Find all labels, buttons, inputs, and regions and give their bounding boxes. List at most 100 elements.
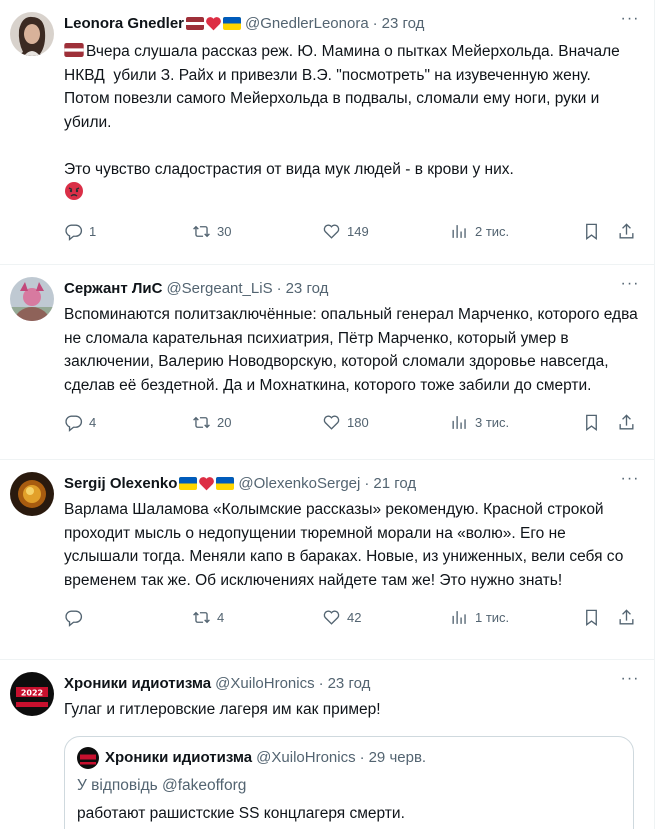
share-icon: [619, 608, 634, 625]
timestamp[interactable]: 23 год: [382, 15, 425, 32]
more-options-icon[interactable]: ···: [620, 471, 640, 492]
reply-button[interactable]: 1: [64, 211, 96, 253]
tweet-header: Хроники идиотизма @XuiloHronics · 23 год: [64, 672, 638, 694]
avatar[interactable]: [10, 277, 54, 321]
retweet-button[interactable]: 30: [192, 211, 231, 253]
handle[interactable]: @XuiloHronics: [215, 675, 314, 692]
timestamp[interactable]: 21 год: [373, 475, 416, 492]
avatar[interactable]: 2022: [10, 672, 54, 716]
heart-icon: [323, 610, 340, 625]
like-count: 149: [347, 224, 369, 239]
quoted-display-name: Хроники идиотизма: [105, 749, 253, 766]
separator-dot: ·: [276, 279, 282, 297]
tweet-text: Варлама Шаламова «Колымские рассказы» ре…: [64, 501, 628, 589]
avatar-image: 2022: [10, 672, 54, 716]
display-name[interactable]: Leonora Gnedler: [64, 15, 184, 32]
retweet-icon: [193, 416, 210, 428]
more-options-icon[interactable]: ···: [620, 11, 640, 32]
quoted-tweet-header: Хроники идиотизма @XuiloHronics · 29 чер…: [77, 746, 621, 769]
views-button[interactable]: 2 тис.: [450, 211, 509, 253]
separator-dot: ·: [372, 14, 378, 32]
retweet-icon: [193, 225, 210, 238]
heart-icon: [323, 415, 340, 430]
avatar-year: 2022: [21, 689, 43, 698]
retweet-button[interactable]: 20: [192, 401, 231, 443]
tweet-actions: 4 20 180 3 тис.: [64, 401, 638, 443]
avatar-image: [77, 746, 99, 769]
like-button[interactable]: 149: [322, 211, 369, 253]
retweet-button[interactable]: 4: [192, 596, 224, 638]
tweet[interactable]: Leonora Gnedler @GnedlerLeonora · 23 год…: [0, 0, 654, 265]
quoted-handle: @XuiloHronics: [256, 749, 356, 766]
timestamp[interactable]: 23 год: [286, 280, 329, 297]
ukraine-flag-icon: [223, 16, 242, 30]
like-button[interactable]: 42: [322, 596, 361, 638]
tweet-actions: 1 30 149 2 тис.: [64, 211, 638, 253]
red-heart-icon: [199, 476, 215, 490]
bookmark-icon: [586, 609, 597, 626]
bookmark-button[interactable]: [582, 596, 601, 638]
handle[interactable]: @Sergeant_LiS: [166, 280, 272, 297]
share-icon: [619, 413, 634, 430]
quoted-avatar: [77, 746, 99, 769]
retweet-count: 20: [217, 414, 232, 430]
tweet-text-content: Вчера слушала рассказ реж. Ю. Мамина о п…: [64, 43, 620, 178]
replying-to-handle[interactable]: @fakeofforg: [162, 777, 246, 794]
tweet-header: Leonora Gnedler @GnedlerLeonora · 23 год: [64, 12, 638, 34]
reply-icon: [65, 609, 83, 627]
tweet[interactable]: 2022 Хроники идиотизма @XuiloHronics · 2…: [0, 660, 654, 829]
bookmark-button[interactable]: [582, 401, 601, 443]
quoted-tweet[interactable]: Хроники идиотизма @XuiloHronics · 29 чер…: [64, 735, 634, 829]
separator-dot: ·: [364, 474, 370, 492]
handle[interactable]: @GnedlerLeonora: [245, 15, 369, 32]
display-name[interactable]: Хроники идиотизма: [64, 675, 211, 692]
ukraine-flag-icon: [179, 476, 198, 490]
views-button[interactable]: 1 тис.: [450, 596, 509, 638]
share-button[interactable]: [617, 596, 636, 638]
heart-icon: [323, 224, 340, 239]
retweet-icon: [193, 611, 210, 623]
views-button[interactable]: 3 тис.: [450, 401, 509, 443]
latvia-flag-icon: [64, 43, 84, 57]
avatar[interactable]: [10, 472, 54, 516]
angry-face-icon: [65, 182, 83, 200]
share-button[interactable]: [617, 401, 636, 443]
tweet-header: Sergij Olexenko @OlexenkoSergej · 21 год: [64, 472, 638, 494]
share-icon: [619, 223, 634, 239]
tweet[interactable]: Sergij Olexenko @OlexenkoSergej · 21 год…: [0, 460, 654, 660]
reply-count: 1: [89, 224, 97, 239]
share-button[interactable]: [617, 211, 636, 253]
reply-icon: [65, 224, 83, 241]
view-count: 2 тис.: [475, 224, 510, 239]
reply-button[interactable]: [64, 596, 89, 638]
bookmark-icon: [586, 414, 597, 431]
timestamp[interactable]: 23 год: [328, 675, 371, 692]
bookmark-button[interactable]: [582, 211, 601, 253]
replying-to: У відповідь @fakeofforg: [77, 777, 621, 795]
reply-button[interactable]: 4: [64, 401, 96, 443]
reply-icon: [65, 414, 83, 432]
tweet[interactable]: Сержант ЛиС @Sergeant_LiS · 23 год ··· В…: [0, 265, 654, 460]
views-chart-icon: [452, 415, 466, 429]
view-count: 1 тис.: [475, 609, 510, 625]
tweet-text: Вспоминаются политзаключённые: опальный …: [64, 306, 643, 394]
like-button[interactable]: 180: [322, 401, 369, 443]
handle[interactable]: @OlexenkoSergej: [238, 475, 360, 492]
separator-dot: ·: [318, 674, 324, 692]
avatar[interactable]: [10, 12, 54, 56]
tweet-actions: 4 42 1 тис.: [64, 596, 638, 638]
more-options-icon[interactable]: ···: [620, 671, 640, 692]
display-name[interactable]: Сержант ЛиС: [64, 280, 162, 297]
retweet-count: 4: [217, 609, 225, 625]
separator-dot: ·: [359, 749, 365, 766]
tweet-header: Сержант ЛиС @Sergeant_LiS · 23 год: [64, 277, 638, 299]
tweet-text: Гулаг и гитлеровские лагеря им как приме…: [64, 701, 381, 718]
display-name[interactable]: Sergij Olexenko: [64, 475, 177, 492]
quoted-tweet-text: работают рашистские SS концлагеря смерти…: [77, 804, 405, 822]
avatar-image: [10, 277, 54, 321]
reply-count: 4: [89, 414, 97, 430]
ukraine-flag-icon: [216, 476, 235, 490]
more-options-icon[interactable]: ···: [620, 276, 640, 297]
like-count: 42: [347, 609, 362, 625]
latvia-flag-icon: [186, 16, 205, 30]
